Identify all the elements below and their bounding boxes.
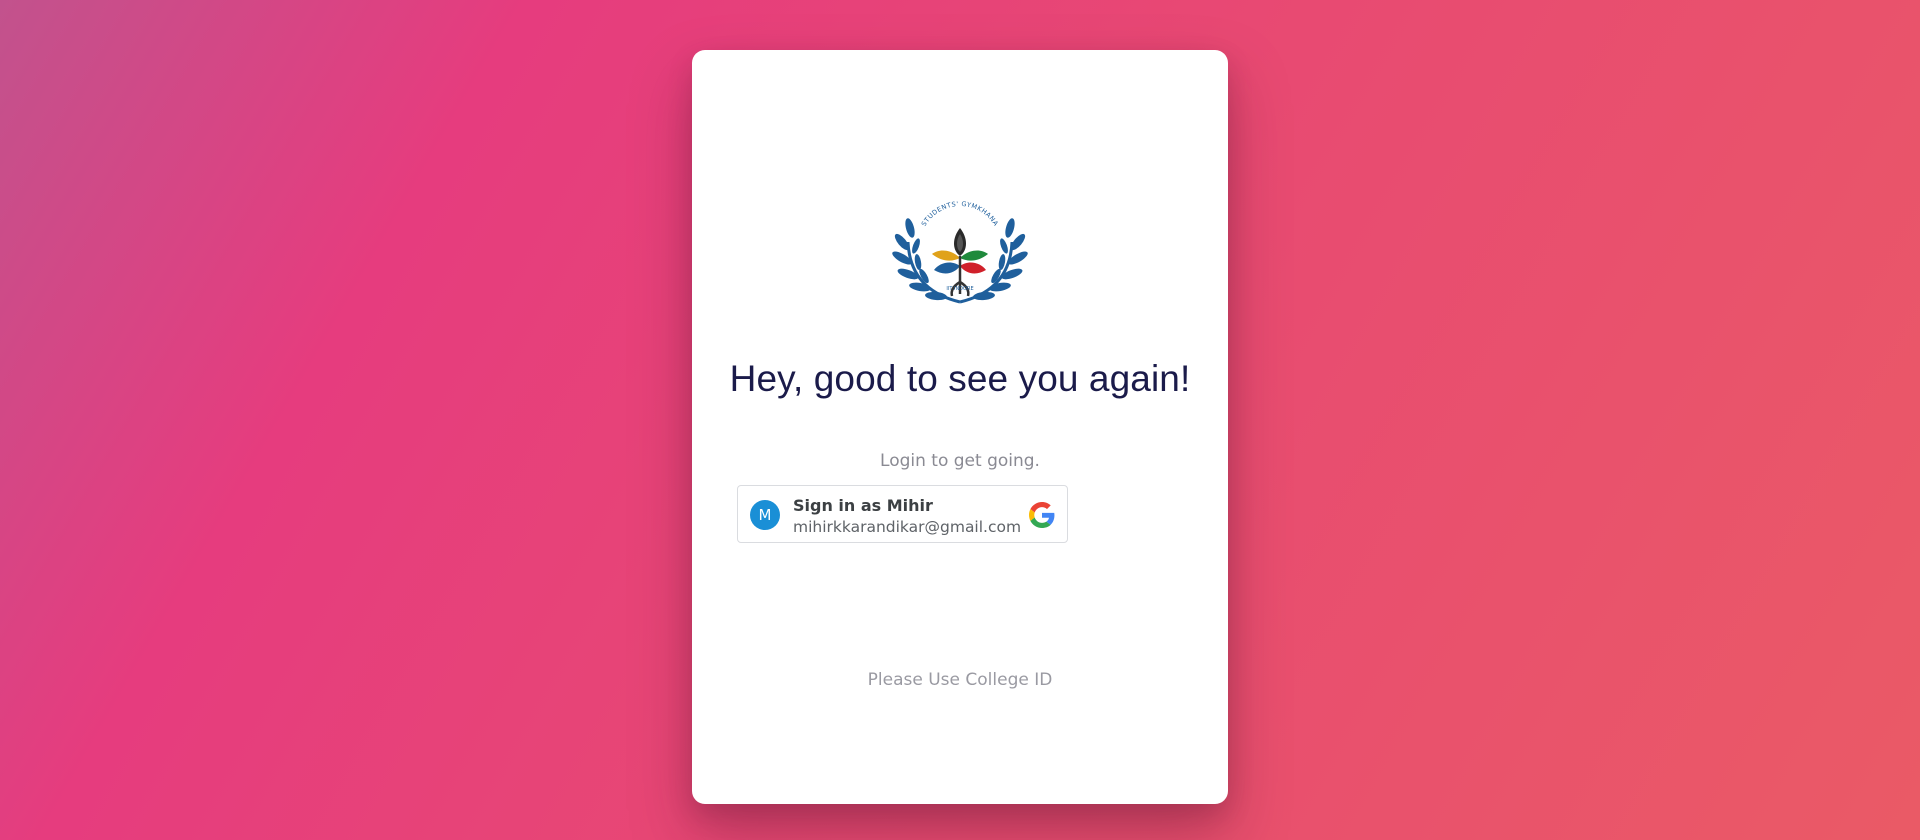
svg-text:IIT INDORE: IIT INDORE bbox=[946, 286, 973, 292]
gymkhana-logo-icon: STUDENTS' GYMKHANA IIT INDORE bbox=[890, 198, 1030, 310]
college-id-hint: Please Use College ID bbox=[867, 670, 1053, 690]
google-g-icon bbox=[1029, 502, 1055, 528]
avatar: M bbox=[750, 500, 780, 530]
page-subtitle: Login to get going. bbox=[880, 451, 1040, 471]
google-signin-button[interactable]: M Sign in as Mihir mihirkkarandikar@gmai… bbox=[737, 485, 1068, 543]
signin-email: mihirkkarandikar@gmail.com bbox=[793, 518, 1022, 536]
signin-label: Sign in as Mihir bbox=[793, 496, 933, 515]
svg-text:STUDENTS' GYMKHANA: STUDENTS' GYMKHANA bbox=[920, 200, 1000, 228]
login-card: STUDENTS' GYMKHANA IIT INDORE Hey, good … bbox=[692, 50, 1228, 804]
page-title: Hey, good to see you again! bbox=[729, 358, 1191, 399]
